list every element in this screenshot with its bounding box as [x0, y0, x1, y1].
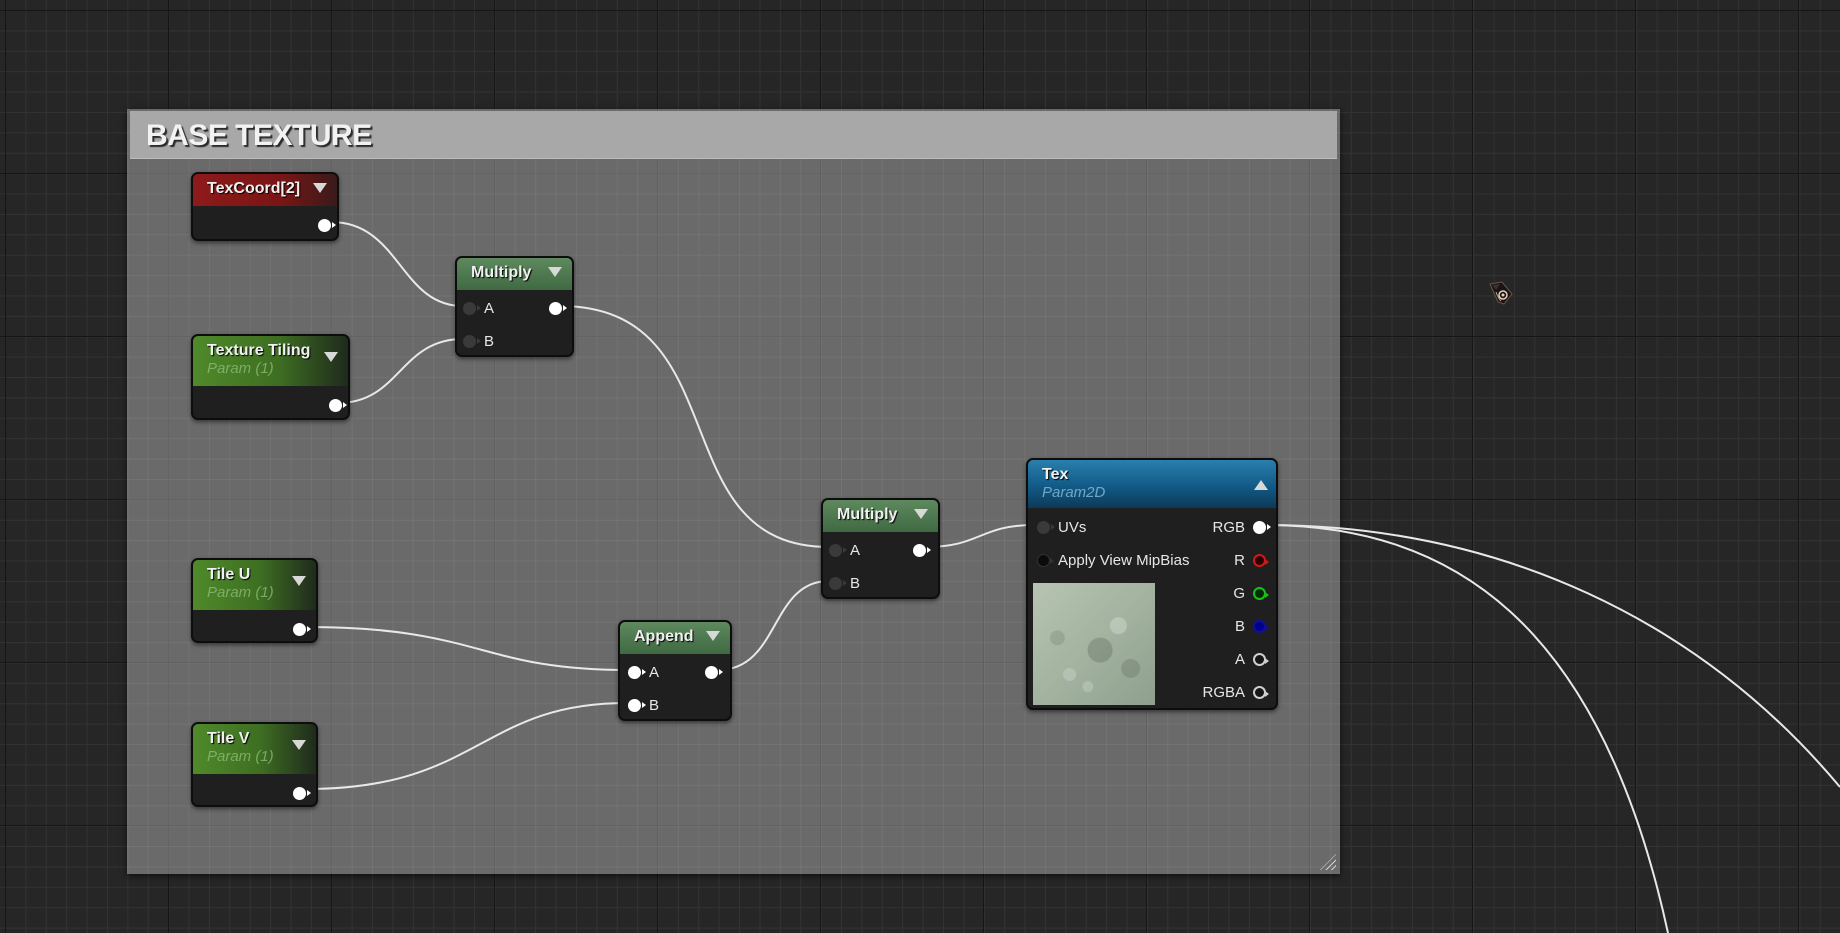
- collapse-arrow-icon[interactable]: [292, 740, 306, 750]
- node-title: Multiply: [837, 506, 898, 523]
- node-title: Tile V: [207, 730, 250, 747]
- output-pin-row: [913, 539, 931, 561]
- output-pin-row: [329, 394, 347, 416]
- output-pin[interactable]: [913, 543, 931, 557]
- node-header[interactable]: Multiply: [823, 500, 938, 532]
- pin-label: G: [1233, 584, 1245, 602]
- node-title: TexCoord[2]: [207, 180, 301, 197]
- output-pin[interactable]: [549, 301, 567, 315]
- pin-label: Apply View MipBias: [1058, 551, 1190, 569]
- pin-label: A: [1234, 650, 1245, 668]
- output-pin-row-rgb: RGB: [1204, 516, 1271, 538]
- output-pin[interactable]: [705, 665, 723, 679]
- pin-label: B: [484, 332, 495, 350]
- node-tex-param2d[interactable]: Tex Param2D UVs Apply View MipBias RGB R…: [1026, 458, 1278, 710]
- node-title: Texture Tiling: [207, 342, 311, 359]
- output-pin-row: [293, 618, 311, 640]
- output-pin-row-g: G: [1225, 582, 1269, 604]
- pin-label: B: [1234, 617, 1245, 635]
- resize-grip-icon[interactable]: [1320, 854, 1336, 870]
- node-texcoord[interactable]: TexCoord[2]: [191, 172, 339, 241]
- pin-label: A: [484, 299, 495, 317]
- node-subtitle: Param2D: [1042, 484, 1106, 501]
- node-title: Tex: [1042, 466, 1069, 483]
- input-pin-row-uvs: UVs: [1037, 516, 1094, 538]
- node-tile-u[interactable]: Tile U Param (1): [191, 558, 318, 643]
- pin-label: RGBA: [1202, 683, 1245, 701]
- node-texture-tiling[interactable]: Texture Tiling Param (1): [191, 334, 350, 420]
- output-pin-row-r: R: [1226, 549, 1269, 571]
- input-pin-row-b: B: [463, 330, 502, 352]
- comment-header[interactable]: BASE TEXTURE: [130, 111, 1337, 159]
- node-subtitle: Param (1): [207, 360, 274, 377]
- node-header[interactable]: Tex Param2D: [1028, 460, 1276, 508]
- node-header[interactable]: Tile U Param (1): [193, 560, 316, 610]
- input-pin-a[interactable]: [463, 301, 481, 315]
- output-pin[interactable]: [318, 218, 336, 232]
- node-header[interactable]: Append: [620, 622, 730, 654]
- input-pin-row-a: A: [463, 297, 502, 319]
- node-multiply-1[interactable]: Multiply A B: [455, 256, 574, 357]
- output-pin[interactable]: [329, 398, 347, 412]
- node-header[interactable]: Tile V Param (1): [193, 724, 316, 774]
- node-subtitle: Param (1): [207, 584, 274, 601]
- pin-label: B: [850, 574, 861, 592]
- output-pin-r[interactable]: [1253, 553, 1269, 567]
- node-header[interactable]: Texture Tiling Param (1): [193, 336, 348, 386]
- node-title: Append: [634, 628, 694, 645]
- pin-label: RGB: [1212, 518, 1245, 536]
- collapse-arrow-icon[interactable]: [324, 352, 338, 362]
- output-pin-rgb[interactable]: [1253, 520, 1271, 534]
- collapse-arrow-icon[interactable]: [292, 576, 306, 586]
- collapse-arrow-icon[interactable]: [548, 267, 562, 277]
- output-pin[interactable]: [293, 622, 311, 636]
- comment-title: BASE TEXTURE: [146, 119, 372, 152]
- output-pin-a[interactable]: [1253, 652, 1269, 666]
- texture-thumbnail[interactable]: [1033, 583, 1155, 705]
- output-pin-row: [705, 661, 723, 683]
- output-pin-row: [318, 214, 336, 236]
- node-multiply-2[interactable]: Multiply A B: [821, 498, 940, 599]
- input-pin-uvs[interactable]: [1037, 520, 1055, 534]
- output-pin-row: [293, 782, 311, 804]
- pin-label: A: [649, 663, 660, 681]
- input-pin-row-a: A: [829, 539, 868, 561]
- node-subtitle: Param (1): [207, 748, 274, 765]
- output-pin-g[interactable]: [1253, 586, 1269, 600]
- collapse-arrow-icon[interactable]: [914, 509, 928, 519]
- collapse-arrow-icon[interactable]: [706, 631, 720, 641]
- collapse-arrow-icon[interactable]: [313, 183, 327, 193]
- input-pin-row-b: B: [628, 694, 667, 716]
- input-pin-a[interactable]: [829, 543, 847, 557]
- input-pin-apply-view-mipbias[interactable]: [1037, 553, 1054, 567]
- input-pin-b[interactable]: [463, 334, 481, 348]
- node-title: Tile U: [207, 566, 251, 583]
- input-pin-b[interactable]: [628, 698, 646, 712]
- output-pin-row-rgba: RGBA: [1194, 681, 1269, 703]
- pin-label: A: [850, 541, 861, 559]
- input-pin-a[interactable]: [628, 665, 646, 679]
- input-pin-row-a: A: [628, 661, 667, 683]
- node-append[interactable]: Append A B: [618, 620, 732, 721]
- output-pin-row: [549, 297, 567, 319]
- output-pin-rgba[interactable]: [1253, 685, 1269, 699]
- node-header[interactable]: TexCoord[2]: [193, 174, 337, 206]
- output-pin-row-a: A: [1227, 648, 1269, 670]
- collapse-arrow-up-icon[interactable]: [1254, 480, 1268, 490]
- node-tile-v[interactable]: Tile V Param (1): [191, 722, 318, 807]
- pin-label: UVs: [1058, 518, 1087, 536]
- output-pin-row-b: B: [1227, 615, 1269, 637]
- node-header[interactable]: Multiply: [457, 258, 572, 290]
- node-title: Multiply: [471, 264, 532, 281]
- input-pin-b[interactable]: [829, 576, 847, 590]
- input-pin-row-mipbias: Apply View MipBias: [1037, 549, 1197, 571]
- output-pin-b[interactable]: [1253, 619, 1269, 633]
- pin-label: R: [1234, 551, 1245, 569]
- output-pin[interactable]: [293, 786, 311, 800]
- input-pin-row-b: B: [829, 572, 868, 594]
- wire-tex-rgb-out-1: [1263, 524, 1840, 788]
- pin-label: B: [649, 696, 660, 714]
- mouse-cursor-icon: [1489, 281, 1513, 305]
